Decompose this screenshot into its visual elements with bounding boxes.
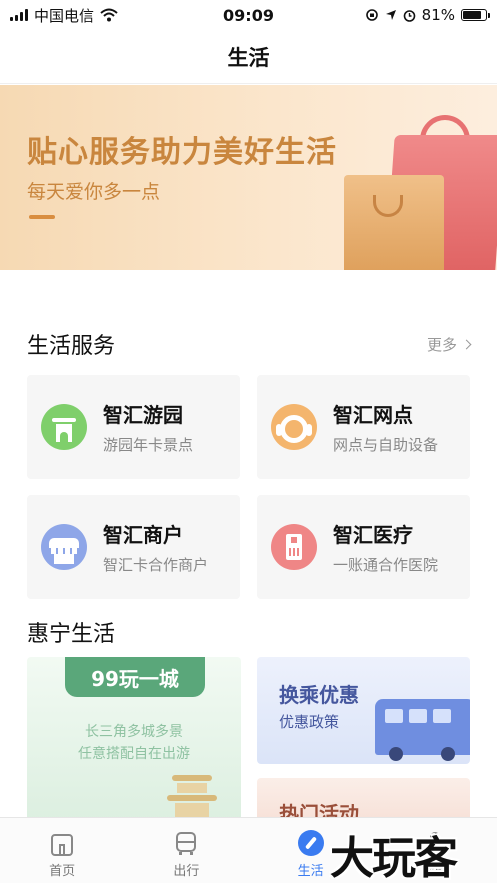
page-title: 生活	[227, 45, 270, 70]
service-card-garden[interactable]: 智汇游园 游园年卡景点	[27, 375, 240, 479]
service-card-medical[interactable]: 智汇医疗 一账通合作医院	[257, 495, 470, 599]
service-card-subtitle: 智汇卡合作商户	[103, 556, 209, 574]
chevron-right-icon	[461, 339, 472, 349]
service-card-subtitle: 游园年卡景点	[103, 436, 194, 454]
shop-awning-icon	[41, 524, 87, 570]
service-card-subtitle: 一账通合作医院	[333, 556, 439, 574]
tab-label: 出行	[173, 864, 200, 879]
garden-gate-icon	[41, 404, 87, 450]
rotation-lock-icon	[365, 9, 378, 21]
promo-line-2: 任意搭配自在出游	[78, 746, 190, 762]
life-services-header: 生活服务 更多	[27, 328, 472, 360]
status-bar: 中国电信 09:09 81%	[0, 0, 497, 30]
watermark-logo: 大玩客	[330, 833, 458, 883]
banner-title: 贴心服务助力美好生活	[27, 135, 337, 170]
signal-icon	[10, 9, 28, 21]
hospital-icon	[271, 524, 317, 570]
paper-bag-icon	[344, 175, 444, 270]
bus-icon	[173, 830, 199, 856]
tab-label: 首页	[49, 864, 76, 879]
location-icon	[385, 10, 396, 20]
service-card-subtitle: 网点与自助设备	[333, 436, 439, 454]
compass-icon	[297, 830, 324, 856]
banner-subtitle: 每天爱你多一点	[27, 181, 161, 203]
battery-icon	[461, 9, 490, 21]
pagoda-icon	[167, 775, 217, 822]
service-card-title: 智汇网点	[333, 403, 413, 427]
status-left: 中国电信	[10, 5, 118, 26]
section-title-huining: 惠宁生活	[27, 622, 116, 647]
promo-tag: 99玩一城	[65, 657, 205, 697]
status-right: 81%	[365, 6, 490, 24]
service-card-title: 智汇游园	[103, 403, 183, 427]
service-card-title: 智汇医疗	[333, 523, 413, 547]
alarm-icon	[403, 9, 415, 22]
bus-icon	[375, 699, 470, 761]
service-card-merchants[interactable]: 智汇商户 智汇卡合作商户	[27, 495, 240, 599]
section-title-life-services: 生活服务	[27, 334, 116, 359]
headset-icon	[271, 404, 317, 450]
promo-card-city-pass[interactable]: 99玩一城 长三角多城多景 任意搭配自在出游	[27, 657, 241, 822]
battery-percent: 81%	[421, 6, 455, 24]
more-label: 更多	[426, 335, 457, 354]
nav-bar: 生活	[0, 30, 497, 84]
promo-banner[interactable]: 贴心服务助力美好生活 每天爱你多一点	[0, 85, 497, 270]
more-link[interactable]: 更多	[426, 334, 472, 355]
home-icon	[49, 830, 75, 856]
promo-transfer-subtitle: 优惠政策	[279, 713, 340, 731]
carrier-label: 中国电信	[34, 6, 95, 25]
banner-divider	[29, 215, 55, 219]
battery-fill	[463, 11, 481, 19]
tab-travel[interactable]: 出行	[124, 818, 248, 883]
service-card-title: 智汇商户	[103, 523, 183, 547]
promo-line-1: 长三角多城多景	[85, 724, 183, 740]
service-card-outlets[interactable]: 智汇网点 网点与自助设备	[257, 375, 470, 479]
huining-header: 惠宁生活	[27, 616, 470, 648]
promo-card-transfer[interactable]: 换乘优惠 优惠政策	[257, 657, 470, 764]
promo-transfer-title: 换乘优惠	[279, 683, 359, 707]
tab-home[interactable]: 首页	[0, 818, 124, 883]
tab-label: 生活	[297, 864, 324, 879]
wifi-icon	[100, 8, 118, 22]
